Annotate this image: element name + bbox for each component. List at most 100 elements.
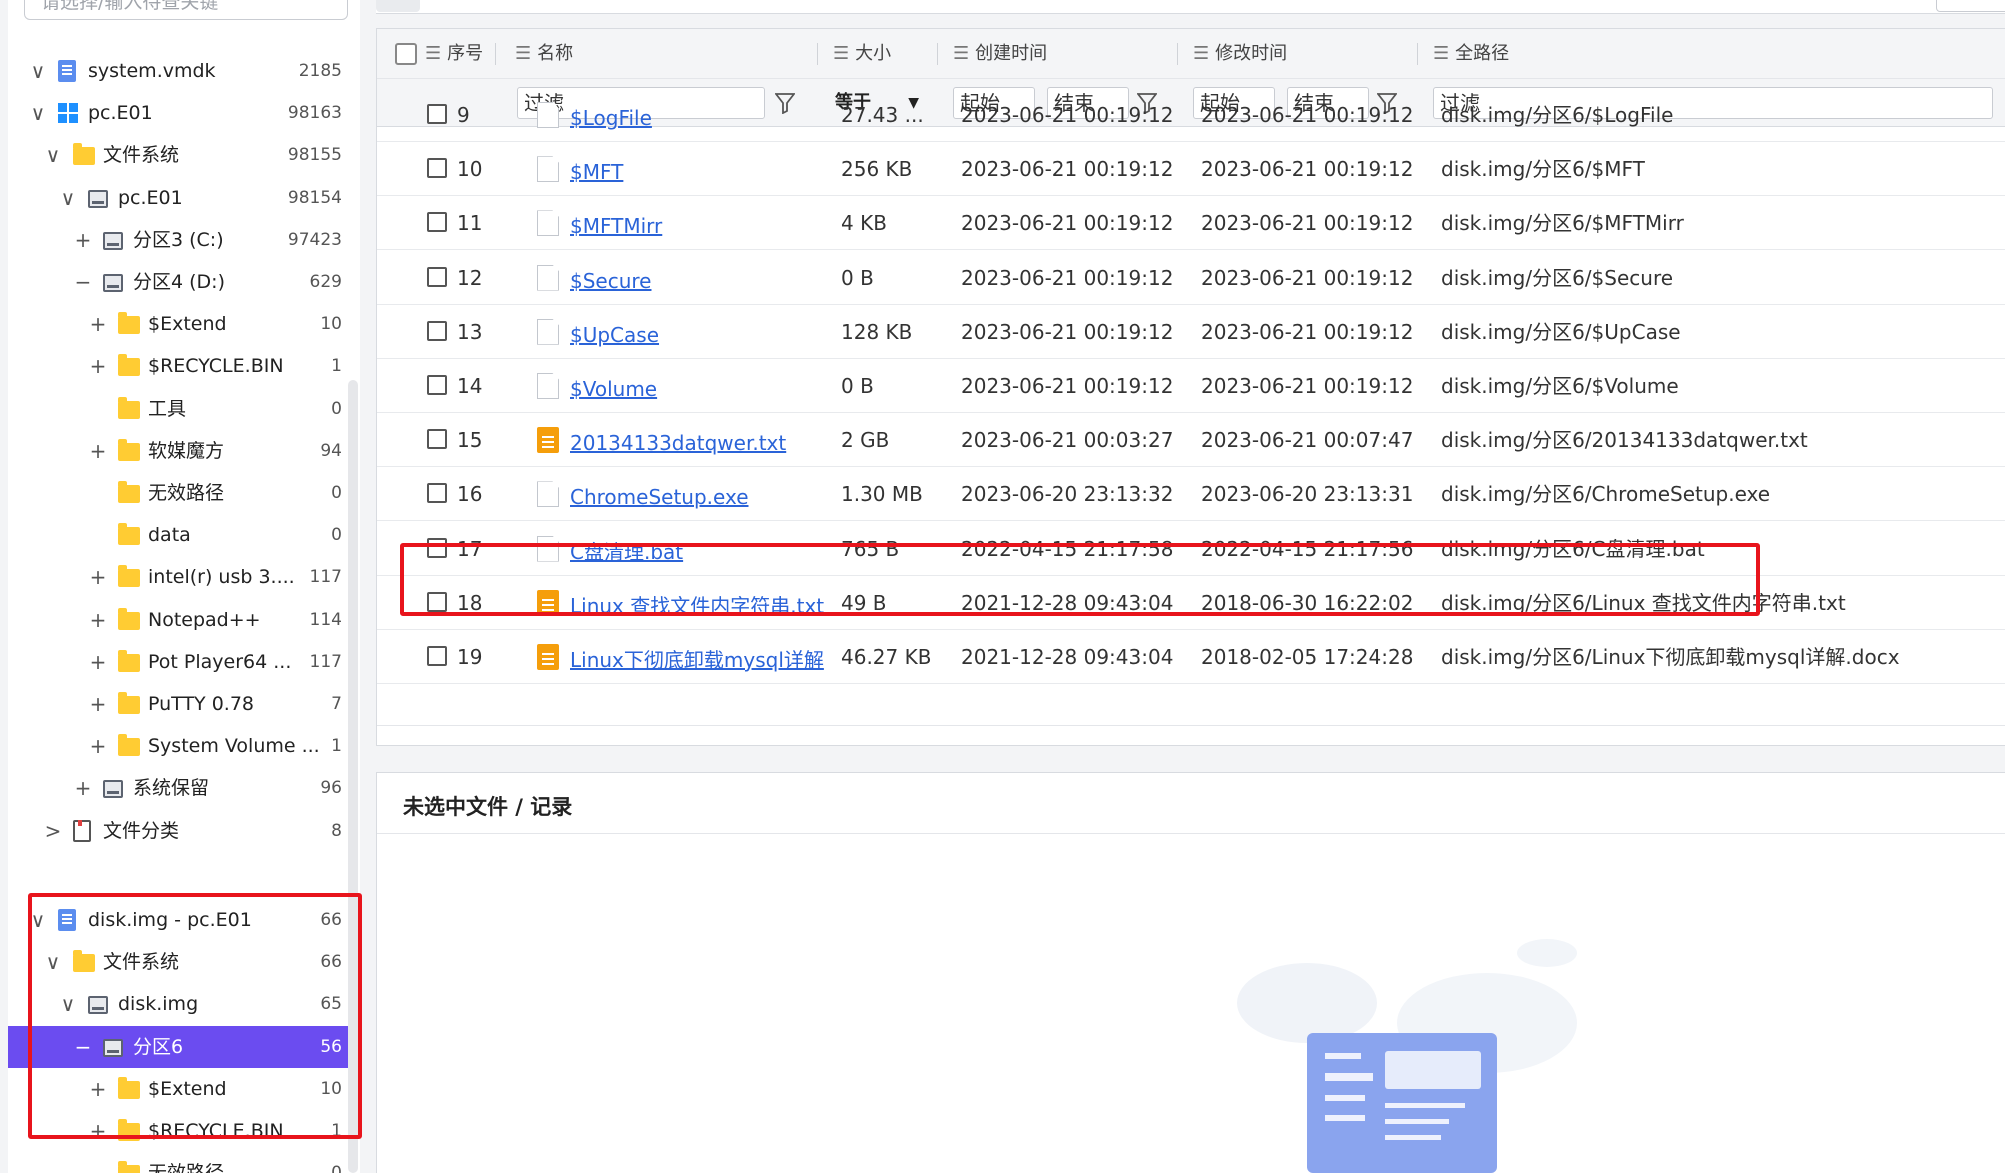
chevron-icon[interactable]: ∨ <box>43 134 63 176</box>
tree-node[interactable]: + intel(r) usb 3.... 117 <box>8 556 352 598</box>
header-path[interactable]: ☰ 全路径 <box>1433 29 1509 79</box>
expand-icon[interactable]: + <box>88 683 108 725</box>
table-row[interactable]: 17 C盘清理.bat 765 B 2022-04-15 21:17:58 2022-0… <box>377 522 2005 576</box>
expand-icon[interactable]: + <box>88 725 108 767</box>
column-menu-icon[interactable]: ☰ <box>1193 29 1209 79</box>
tree-node[interactable]: data 0 <box>8 514 352 556</box>
table-row[interactable]: 18 Linux 查找文件内字符串.txt 49 B 2021-12-28 09:43… <box>377 576 2005 630</box>
tree-node[interactable]: + Notepad++ 114 <box>8 599 352 641</box>
expand-icon[interactable]: + <box>88 303 108 345</box>
row-checkbox[interactable] <box>427 104 447 124</box>
chevron-icon[interactable]: ∨ <box>28 92 48 134</box>
row-checkbox[interactable] <box>427 212 447 233</box>
header-mtime[interactable]: ☰ 修改时间 <box>1193 29 1287 79</box>
row-checkbox[interactable] <box>427 429 447 450</box>
row-checkbox[interactable] <box>427 591 447 612</box>
tree-node[interactable]: ∨ 文件系统 66 <box>8 941 352 983</box>
table-horizontal-scrollbar[interactable] <box>377 725 2005 745</box>
table-row[interactable]: 19 Linux下彻底卸载mysql详解 46.27 KB 2021-12-28 09… <box>377 630 2005 684</box>
expand-icon[interactable]: + <box>88 1068 108 1110</box>
row-checkbox[interactable] <box>427 537 447 558</box>
row-checkbox[interactable] <box>427 375 447 395</box>
tree-node[interactable]: + $Extend 10 <box>8 303 352 345</box>
table-row[interactable]: 15 20134133datqwer.txt 2 GB 2023-06-21 00:0… <box>377 413 2005 470</box>
tree-node[interactable]: + $RECYCLE.BIN 1 <box>8 1110 352 1152</box>
collapse-icon[interactable]: − <box>73 1026 93 1068</box>
header-ctime[interactable]: ☰ 创建时间 <box>953 29 1047 79</box>
file-name-link[interactable]: 20134133datqwer.txt <box>570 416 786 470</box>
tree-node[interactable]: + 系统保留 96 <box>8 767 352 809</box>
tree-node[interactable]: + $Extend 10 <box>8 1068 352 1110</box>
tree-node[interactable]: − 分区4 (D:) 629 <box>8 261 352 303</box>
row-checkbox[interactable] <box>427 646 447 666</box>
toolbar-button[interactable] <box>376 0 420 12</box>
chevron-icon[interactable]: > <box>43 810 63 852</box>
chevron-icon[interactable]: ∨ <box>58 177 78 219</box>
chevron-icon[interactable]: ∨ <box>28 899 48 941</box>
column-menu-icon[interactable]: ☰ <box>515 29 531 79</box>
tree-node[interactable]: 工具 0 <box>8 388 352 430</box>
row-checkbox[interactable] <box>427 483 447 504</box>
chevron-icon[interactable]: ∨ <box>43 941 63 983</box>
expand-icon[interactable]: + <box>88 345 108 387</box>
file-name-link[interactable]: $MFTMirr <box>570 199 662 253</box>
tree-node[interactable]: + PuTTY 0.78 7 <box>8 683 352 725</box>
tree-node[interactable]: + Pot Player64 ... 117 <box>8 641 352 683</box>
expand-icon[interactable]: + <box>88 1110 108 1152</box>
chevron-icon[interactable]: ∨ <box>58 983 78 1025</box>
table-row[interactable]: 10 $MFT 256 KB 2023-06-21 00:19:12 2023-06-2… <box>377 142 2005 199</box>
file-name-link[interactable]: Linux下彻底卸载mysql详解 <box>570 633 824 687</box>
column-menu-icon[interactable]: ☰ <box>425 29 441 79</box>
tree-node[interactable]: + System Volume ... 1 <box>8 725 352 767</box>
file-name-link[interactable]: Linux 查找文件内字符串.txt <box>570 579 824 633</box>
file-name-link[interactable]: C盘清理.bat <box>570 525 683 579</box>
column-divider[interactable] <box>817 43 818 65</box>
table-row[interactable]: 9 $LogFile 27.43 ... 2023-06-21 00:19:12 202… <box>377 88 2005 142</box>
tree-node[interactable]: 无效路径 0 <box>8 472 352 514</box>
column-menu-icon[interactable]: ☰ <box>953 29 969 79</box>
collapse-icon[interactable]: − <box>73 261 93 303</box>
column-menu-icon[interactable]: ☰ <box>1433 29 1449 79</box>
column-divider[interactable] <box>1417 43 1418 65</box>
expand-icon[interactable]: + <box>73 767 93 809</box>
file-name-link[interactable]: $LogFile <box>570 91 652 145</box>
expand-icon[interactable]: + <box>73 219 93 261</box>
table-row[interactable]: 12 $Secure 0 B 2023-06-21 00:19:12 2023-06-2… <box>377 251 2005 305</box>
file-name-link[interactable]: ChromeSetup.exe <box>570 470 749 524</box>
file-name-link[interactable]: $Secure <box>570 254 651 308</box>
tree-node[interactable]: ∨ 文件系统 98155 <box>8 134 352 176</box>
table-row[interactable]: 14 $Volume 0 B 2023-06-21 00:19:12 2023-06-2… <box>377 359 2005 413</box>
header-size[interactable]: ☰ 大小 <box>833 29 891 79</box>
tree-node[interactable]: + 软媒魔方 94 <box>8 430 352 472</box>
row-checkbox[interactable] <box>427 266 447 287</box>
tree-node[interactable]: ∨ system.vmdk 2185 <box>8 50 352 92</box>
header-seq[interactable]: ☰ 序号 <box>425 29 483 79</box>
tree-node[interactable]: ∨ disk.img 65 <box>8 983 352 1025</box>
table-row[interactable]: 13 $UpCase 128 KB 2023-06-21 00:19:12 2023-0… <box>377 305 2005 359</box>
file-name-link[interactable]: $UpCase <box>570 308 659 362</box>
expand-icon[interactable]: + <box>88 599 108 641</box>
tree-node[interactable]: 无效路径 0 <box>8 1152 352 1173</box>
row-checkbox[interactable] <box>427 320 447 341</box>
expand-icon[interactable]: + <box>88 556 108 598</box>
column-divider[interactable] <box>937 43 938 65</box>
tree-node[interactable]: > 文件分类 8 <box>8 810 352 852</box>
column-menu-icon[interactable]: ☰ <box>833 29 849 79</box>
file-name-link[interactable]: $Volume <box>570 362 657 416</box>
select-all-checkbox[interactable] <box>395 43 417 65</box>
row-checkbox[interactable] <box>427 158 447 179</box>
tree-node[interactable]: + $RECYCLE.BIN 1 <box>8 345 352 387</box>
table-row[interactable]: 16 ChromeSetup.exe 1.30 MB 2023-06-20 23:13… <box>377 467 2005 524</box>
tree-node[interactable]: − 分区6 56 <box>8 1025 352 1068</box>
chevron-icon[interactable]: ∨ <box>28 50 48 92</box>
tree-node[interactable]: ∨ pc.E01 98154 <box>8 177 352 219</box>
tree-scrollbar[interactable] <box>348 380 358 1173</box>
expand-icon[interactable]: + <box>88 641 108 683</box>
table-row[interactable]: 11 $MFTMirr 4 KB 2023-06-21 00:19:12 2023-06… <box>377 196 2005 253</box>
column-divider[interactable] <box>495 43 496 65</box>
tree-node[interactable]: ∨ pc.E01 98163 <box>8 92 352 134</box>
toolbar-button[interactable] <box>1936 0 2005 12</box>
expand-icon[interactable]: + <box>88 430 108 472</box>
file-name-link[interactable]: $MFT <box>570 145 623 199</box>
tree-node[interactable]: + 分区3 (C:) 97423 <box>8 219 352 261</box>
